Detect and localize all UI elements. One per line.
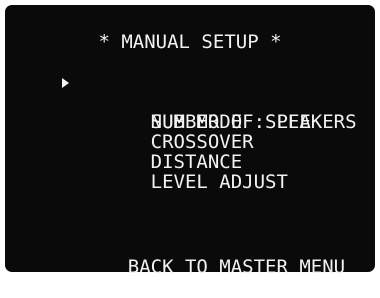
back-to-master-menu-button[interactable]: BACK TO MASTER MENU [82, 237, 345, 297]
menu-list: NUMBER OF SPEAKERS SUB MODE : LFE CROSSO… [62, 72, 357, 192]
menu-item-label: LEVEL ADJUST [150, 171, 288, 193]
menu-item-number-of-speakers[interactable]: NUMBER OF SPEAKERS [62, 72, 357, 132]
menu-item-distance[interactable]: DISTANCE [82, 132, 357, 172]
menu-item-crossover[interactable]: CROSSOVER [82, 112, 357, 152]
cursor-arrow-icon [62, 78, 69, 88]
osd-screen: * MANUAL SETUP * NUMBER OF SPEAKERS SUB … [5, 5, 375, 277]
menu-title: * MANUAL SETUP * [98, 31, 282, 53]
back-label: BACK TO MASTER MENU [127, 256, 346, 278]
menu-item-level-adjust[interactable]: LEVEL ADJUST [82, 152, 357, 192]
menu-item-sub-mode[interactable]: SUB MODE : LFE [82, 92, 357, 132]
